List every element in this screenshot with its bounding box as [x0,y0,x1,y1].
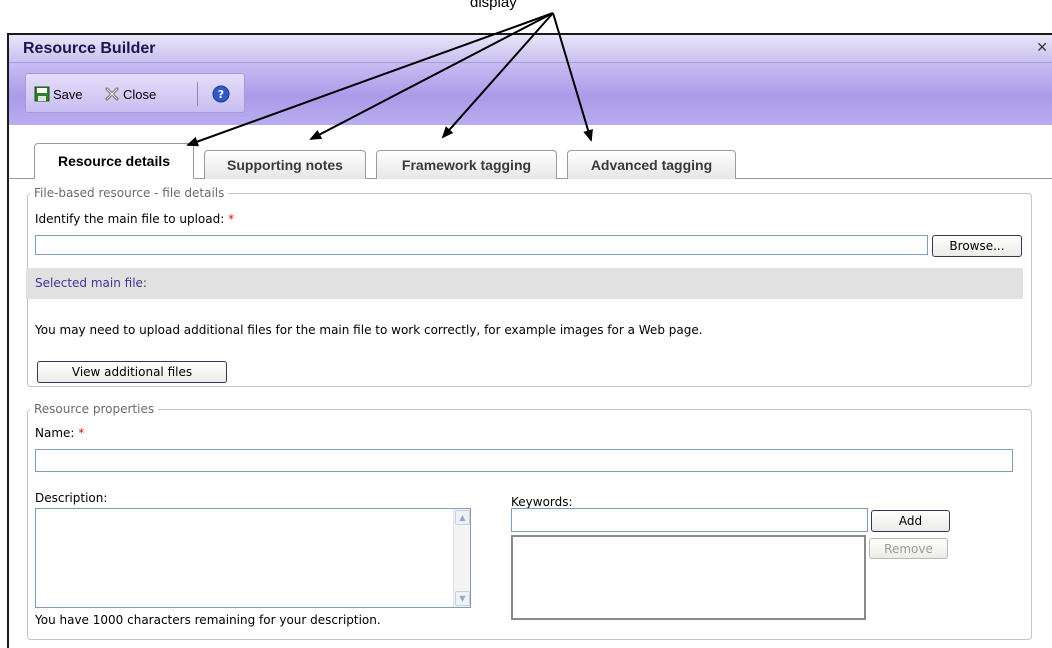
description-label: Description: [35,491,108,505]
name-label: Name: * [35,426,85,440]
help-icon: ? [212,85,230,103]
tab-framework-tagging[interactable]: Framework tagging [376,150,557,179]
tab-supporting-notes[interactable]: Supporting notes [204,150,366,179]
svg-text:?: ? [218,88,224,101]
description-remaining-text: You have 1000 characters remaining for y… [35,613,381,627]
keywords-label: Keywords: [511,495,573,509]
additional-files-info: You may need to upload additional files … [35,323,703,337]
save-button[interactable]: Save [34,84,83,104]
save-icon [34,86,50,102]
name-input[interactable] [35,449,1013,472]
file-details-legend: File-based resource - file details [34,186,225,200]
tab-advanced-tagging[interactable]: Advanced tagging [567,150,736,179]
title-bar: Resource Builder ✕ [9,35,1052,63]
window-title: Resource Builder [23,40,156,57]
selected-main-file-label: Selected main file: [35,276,147,290]
close-icon [105,87,119,101]
add-keyword-button[interactable]: Add [871,510,950,532]
scroll-down-icon[interactable]: ▼ [455,591,470,606]
description-textarea[interactable]: ▲ ▼ [35,508,471,608]
identify-file-label: Identify the main file to upload: * [35,212,235,226]
selected-main-file-bar: Selected main file: [26,268,1023,299]
close-button[interactable]: Close [104,84,156,104]
toolbar: Save Close ? [25,73,245,113]
toolbar-separator [197,82,198,106]
caption-text: display [470,0,517,11]
browse-button[interactable]: Browse... [932,235,1022,257]
main-file-input[interactable] [35,235,928,255]
view-additional-files-button[interactable]: View additional files [37,361,227,383]
required-mark: * [78,426,85,440]
scroll-up-icon[interactable]: ▲ [455,510,470,525]
window-close-icon[interactable]: ✕ [1036,40,1048,56]
required-mark: * [228,212,235,226]
keywords-list[interactable] [511,535,866,620]
save-label: Save [53,86,83,102]
tab-resource-details[interactable]: Resource details [34,143,194,179]
resource-properties-legend: Resource properties [34,402,155,416]
keyword-input[interactable] [511,508,868,532]
tab-strip: Resource details Supporting notes Framew… [9,125,1052,179]
help-button[interactable]: ? [212,84,230,104]
remove-keyword-button[interactable]: Remove [869,538,948,559]
description-scrollbar[interactable]: ▲ ▼ [453,509,470,607]
toolbar-band: Save Close ? [9,63,1052,125]
close-label: Close [123,86,157,102]
